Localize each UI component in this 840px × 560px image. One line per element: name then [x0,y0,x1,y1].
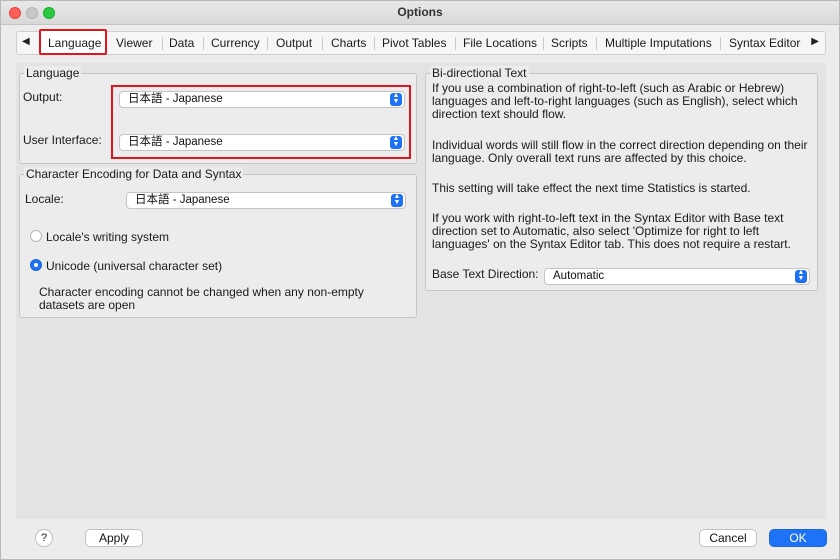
tab-separator [322,37,323,50]
chevron-updown-icon: ▲ ▼ [391,193,403,207]
tab-data[interactable]: Data [169,36,194,50]
locale-label: Locale: [25,192,64,206]
bidi-paragraph-2: Individual words will still flow in the … [432,138,808,165]
unicode-radio[interactable] [30,259,42,271]
tab-scripts[interactable]: Scripts [551,36,588,50]
locale-select[interactable]: 日本語 - Japanese ▲ ▼ [126,192,406,209]
locale-writing-system-label[interactable]: Locale's writing system [46,230,169,244]
tab-viewer[interactable]: Viewer [116,36,152,50]
locale-value: 日本語 - Japanese [135,194,230,206]
tab-file-locations[interactable]: File Locations [463,36,537,50]
tab-charts[interactable]: Charts [331,36,366,50]
tab-currency[interactable]: Currency [211,36,260,50]
chevron-updown-icon: ▲ ▼ [795,269,807,283]
unicode-label[interactable]: Unicode (universal character set) [46,259,222,273]
encoding-group-legend: Character Encoding for Data and Syntax [24,167,244,181]
options-window: Options ◀ Language Viewer Data Currency … [0,0,840,560]
locale-writing-system-radio[interactable] [30,230,42,242]
title-bar: Options [1,1,839,25]
tab-multiple-imputations[interactable]: Multiple Imputations [605,36,712,50]
base-text-direction-value: Automatic [553,270,605,282]
bidi-paragraph-1: If you use a combination of right-to-lef… [432,81,798,121]
tab-syntax-editor[interactable]: Syntax Editor [729,36,800,50]
tab-pivot-tables[interactable]: Pivot Tables [382,36,446,50]
ok-button[interactable]: OK [769,529,827,547]
help-button[interactable]: ? [35,529,53,547]
bidi-paragraph-3: This setting will take effect the next t… [432,181,751,195]
cancel-button[interactable]: Cancel [699,529,757,547]
ui-language-label: User Interface: [23,133,102,147]
apply-button[interactable]: Apply [85,529,143,547]
base-text-direction-label: Base Text Direction: [432,267,539,281]
window-title: Options [397,5,443,19]
tab-bar: ◀ Language Viewer Data Currency Output C… [16,29,826,55]
bidi-group-legend: Bi-directional Text [430,66,529,80]
tab-separator [162,37,163,50]
tab-output[interactable]: Output [276,36,312,50]
tab-separator [267,37,268,50]
tab-separator [455,37,456,50]
base-text-direction-select[interactable]: Automatic ▲ ▼ [544,268,810,285]
tab-separator [720,37,721,50]
language-selects-highlight [111,85,411,159]
tab-separator [543,37,544,50]
tab-separator [596,37,597,50]
language-group-legend: Language [24,66,82,80]
tab-scroll-left-icon[interactable]: ◀ [22,36,30,47]
tab-separator [374,37,375,50]
bidi-paragraph-4: If you work with right-to-left text in t… [432,211,791,251]
tab-scroll-right-icon[interactable]: ▶ [811,36,819,47]
encoding-note: Character encoding cannot be changed whe… [39,285,364,312]
tab-separator [203,37,204,50]
output-language-label: Output: [23,90,63,104]
tab-language[interactable]: Language [48,36,101,50]
